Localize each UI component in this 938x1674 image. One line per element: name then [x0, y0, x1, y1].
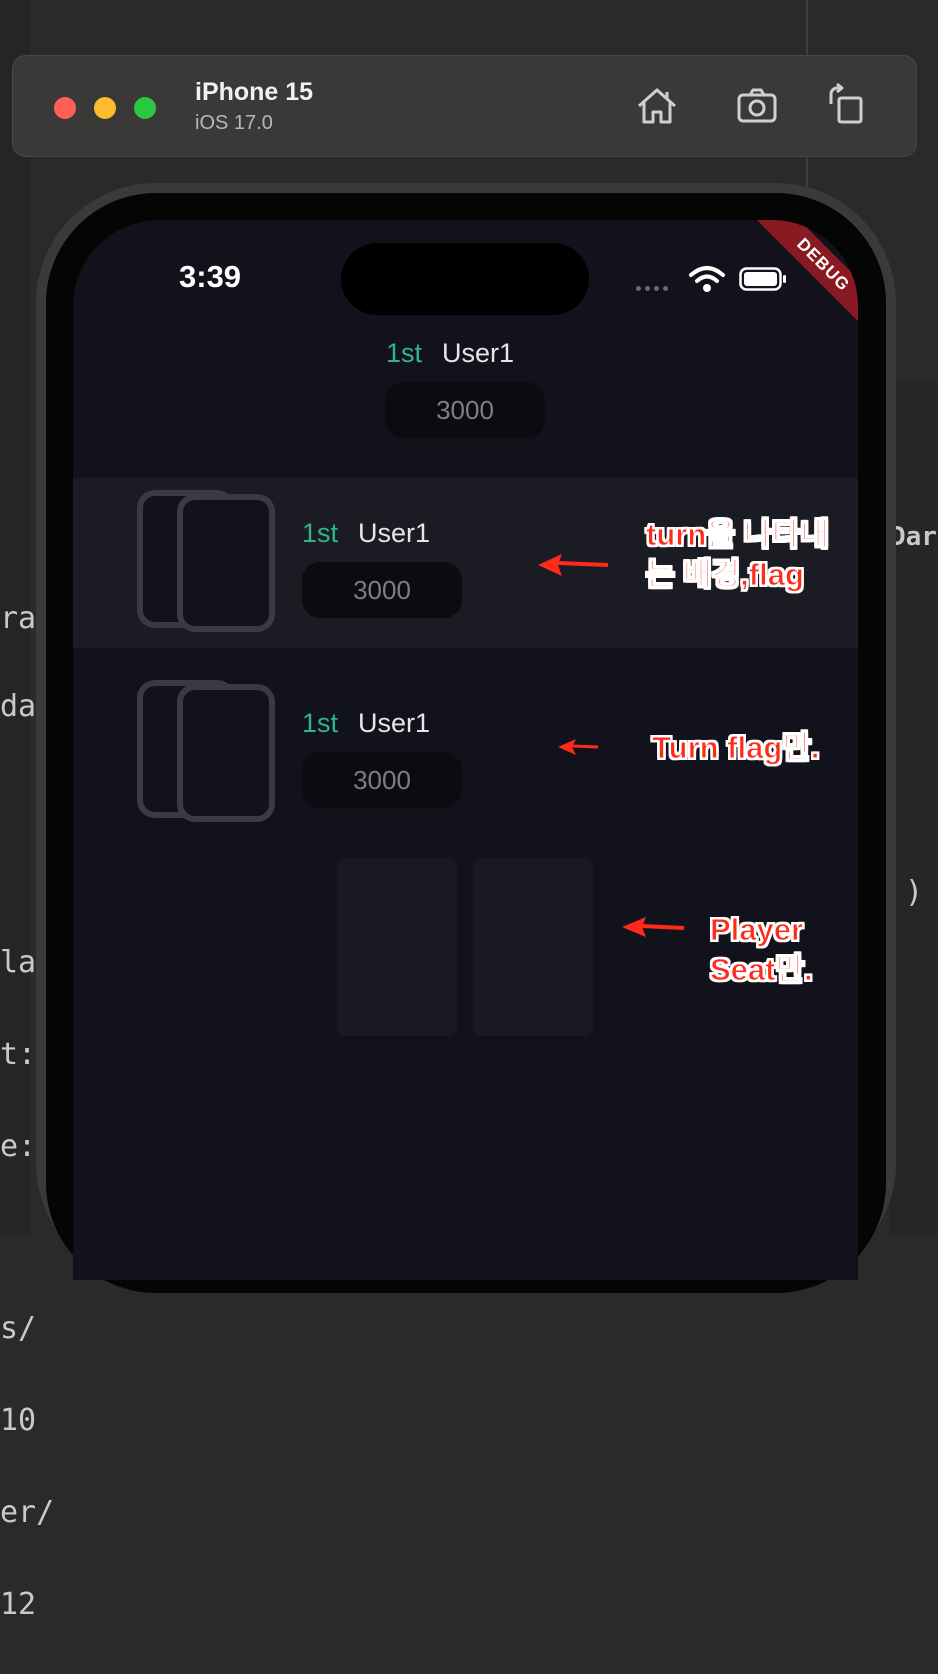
- cellular-signal-icon: [636, 286, 668, 291]
- player-name: User1: [358, 518, 431, 548]
- status-time: 3:39: [179, 259, 242, 294]
- player-rank: 1st: [302, 518, 339, 548]
- annotation-player-seat: Player Seat만.: [710, 912, 814, 988]
- editor-code-right: ): [905, 875, 924, 910]
- minimize-window-button[interactable]: [94, 97, 116, 119]
- player-chips: 3000: [302, 752, 462, 808]
- player-rank: 1st: [386, 338, 423, 368]
- annotation-turn-flag: Turn flag만.: [651, 730, 820, 766]
- device-os-version: iOS 17.0: [195, 112, 273, 134]
- arrow-icon: [558, 739, 599, 755]
- close-window-button[interactable]: [54, 97, 76, 119]
- code-line: 10: [0, 1403, 37, 1438]
- player-header: 1st User1: [302, 708, 430, 739]
- editor-code-right: Dar: [890, 522, 937, 552]
- player-card-front: [177, 684, 275, 822]
- battery-icon: [739, 267, 786, 291]
- rotate-icon[interactable]: [821, 82, 869, 130]
- wifi-icon: [689, 266, 725, 292]
- screenshot-icon[interactable]: [733, 82, 781, 130]
- player-chips: 3000: [385, 382, 545, 438]
- player-seat[interactable]: [337, 858, 457, 1036]
- zoom-window-button[interactable]: [134, 97, 156, 119]
- player-rank: 1st: [302, 708, 339, 738]
- player-header: 1st User1: [386, 338, 514, 369]
- arrow-icon: [538, 554, 609, 576]
- player-seat[interactable]: [473, 858, 593, 1036]
- device-name: iPhone 15: [195, 78, 314, 106]
- annotation-turn-background: turn을 나타내 는 배경,flag: [646, 517, 830, 593]
- simulator-toolbar: iPhone 15 iOS 17.0: [12, 55, 917, 157]
- dynamic-island: [341, 243, 589, 315]
- editor-right-panel: [890, 380, 938, 1236]
- code-line: 12: [0, 1587, 37, 1622]
- arrow-icon: [622, 917, 685, 937]
- code-line: er/: [0, 1495, 55, 1530]
- player-card-front: [177, 494, 275, 632]
- player-header: 1st User1: [302, 518, 430, 549]
- player-chips: 3000: [302, 562, 462, 618]
- home-icon[interactable]: [633, 82, 681, 130]
- code-line: s/: [0, 1311, 37, 1346]
- player-name: User1: [442, 338, 515, 368]
- player-name: User1: [358, 708, 431, 738]
